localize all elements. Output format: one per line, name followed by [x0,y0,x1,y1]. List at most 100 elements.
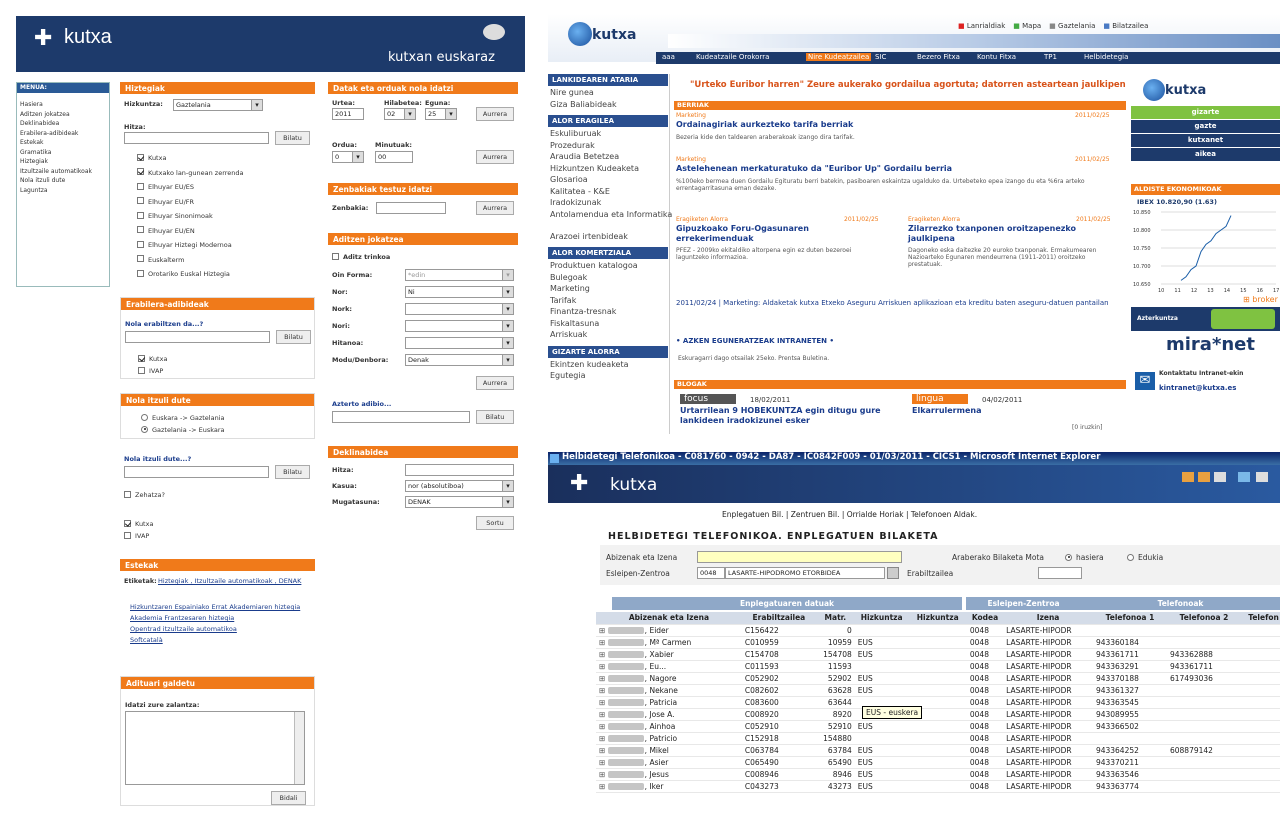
right-link[interactable]: gizarte [1131,106,1280,119]
hasiera-radio[interactable]: hasiera [1065,553,1104,562]
eguna-select[interactable]: 25 [425,108,457,120]
menu-item[interactable]: Deklinabidea [20,120,59,127]
erabilera-checkbox[interactable]: Kutxa [138,354,167,363]
kasua-select[interactable]: nor (absolutiboa) [405,480,514,492]
menu-item[interactable]: Erabilera-adibideak [20,130,78,137]
azterketa-search-button[interactable]: Bilatu [476,410,514,424]
nola-source-checkbox[interactable]: IVAP [124,531,149,540]
q2-notice[interactable]: 2011/02/24 | Marketing: Aldaketak kutxa … [676,297,1126,309]
nav-tab[interactable]: Kontu Fitxa [975,53,1018,61]
right-link[interactable]: aikea [1131,148,1280,161]
menu-item[interactable]: Laguntza [20,187,48,194]
esteka-link[interactable]: Softcatalà [130,636,305,644]
lookup-icon[interactable] [887,567,899,579]
expand-icon[interactable]: ⊞ [599,686,608,695]
menu-item[interactable]: Gramatika [20,149,51,156]
column-header[interactable]: Kodea [966,612,1004,625]
nola-source-checkbox[interactable]: Kutxa [124,519,153,528]
hizkuntza-select[interactable]: Gaztelania [173,99,263,111]
adituari-textarea[interactable] [125,711,305,785]
aditz-field-select[interactable]: Denak [405,354,514,366]
minutuak-input[interactable]: 00 [375,151,413,163]
left-nav-item[interactable]: Kalitatea - K&E [550,187,610,196]
email-link[interactable]: kintranet@kutxa.es [1159,384,1236,392]
menu-item[interactable]: Hasiera [20,101,43,108]
erabilera-search-button[interactable]: Bilatu [276,330,311,344]
user-icon[interactable] [1198,472,1210,482]
aditzen-aurrera-button[interactable]: Aurrera [476,376,514,390]
azterketa-input[interactable] [332,411,470,423]
aditz-field-select[interactable] [405,320,514,332]
blog-title[interactable]: Elkarrulermena [912,406,1117,416]
toolbar-icons[interactable] [1182,472,1280,482]
top-link[interactable]: ■ Bilatzailea [1103,22,1148,30]
top-link[interactable]: ■ Mapa [1013,22,1041,30]
column-header[interactable]: Telefon [1241,612,1280,625]
left-nav-item[interactable]: Ekintzen kudeaketa [550,360,629,369]
left-nav-item[interactable]: Arriskuak [550,330,587,339]
dictionary-checkbox[interactable]: Elhuyar EU/FR [137,197,194,206]
nav-tab[interactable]: Kudeatzaile Orokorra [694,53,771,61]
left-nav-item[interactable]: Tarifak [550,296,576,305]
dictionary-checkbox[interactable]: Elhuyar EU/EN [137,226,195,235]
help-icon[interactable] [1238,472,1250,482]
expand-icon[interactable]: ⊞ [599,698,608,707]
table-row[interactable]: ⊞ , Jesus C008946 8946 EUS 0048 LASARTE-HIPOD… [596,768,1280,781]
nav-tab[interactable]: SIC [873,53,888,61]
expand-icon[interactable]: ⊞ [599,710,608,719]
nav-tab[interactable]: Bezero Fitxa [915,53,962,61]
ordua-select[interactable]: 0 [332,151,364,163]
datak-aurrera2-button[interactable]: Aurrera [476,150,514,164]
table-row[interactable]: ⊞ , Jose A. C008920 8920 0048 LASARTE-HIPODR… [596,708,1280,721]
abizenak-input[interactable] [697,551,902,563]
table-row[interactable]: ⊞ , Patricio C152918 154880 0048 LASARTE-HIP… [596,732,1280,745]
datak-aurrera-button[interactable]: Aurrera [476,107,514,121]
home-icon[interactable] [1182,472,1194,482]
expand-icon[interactable]: ⊞ [599,650,608,659]
menu-item[interactable]: Itzultzaile automatikoak [20,168,92,175]
left-nav-item[interactable]: Eskuliburuak [550,129,601,138]
column-header[interactable]: Abizenak eta Izena [596,612,742,625]
table-row[interactable]: ⊞ , Nagore C052902 52902 EUS 0048 LASARTE-HIP… [596,672,1280,685]
left-nav-header[interactable]: LANKIDEAREN ATARIA [548,74,668,86]
erabilera-input[interactable] [125,331,270,343]
news-title[interactable]: Ordainagiriak aurkezteko tarifa berriak [676,120,853,129]
menu-item[interactable]: Aditzen jokatzea [20,111,70,118]
expand-icon[interactable]: ⊞ [599,734,608,743]
left-nav-item[interactable]: Iradokizunak [550,198,601,207]
zenbakia-input[interactable] [376,202,446,214]
left-nav-item[interactable]: Prozedurak [550,141,595,150]
right-link[interactable]: gazte [1131,120,1280,133]
left-nav-header[interactable]: GIZARTE ALORRA [548,345,668,358]
urtea-input[interactable]: 2011 [332,108,364,120]
expand-icon[interactable]: ⊞ [599,722,608,731]
news-title[interactable]: Zilarrezko txanponen oroitzapenezko jaul… [908,224,1113,244]
left-nav-item[interactable]: Giza Baliabideak [550,100,617,109]
nola2-input[interactable] [124,466,269,478]
dictionary-checkbox[interactable]: Elhuyar EU/ES [137,182,194,191]
left-nav-header[interactable]: ALOR KOMERTZIALA [548,247,668,259]
hilabetea-select[interactable]: 02 [384,108,416,120]
aditz-field-select[interactable]: *edin [405,269,514,281]
dek-hitza-input[interactable] [405,464,514,476]
column-header[interactable]: Izena [1003,612,1093,625]
print-icon[interactable] [1256,472,1268,482]
right-link[interactable]: kutxanet [1131,134,1280,147]
left-nav-item[interactable]: Nire gunea [550,88,594,97]
table-row[interactable]: ⊞ , Patricia C083600 63644 0048 LASARTE-HIPO… [596,696,1280,709]
menu-item[interactable]: Nola itzuli dute [20,177,65,184]
expand-icon[interactable]: ⊞ [599,746,608,755]
erabiltzailea-input[interactable] [1038,567,1082,579]
left-nav-item[interactable]: Glosarioa [550,175,588,184]
dictionary-checkbox[interactable]: Euskalterm [137,255,185,264]
table-row[interactable]: ⊞ , Mikel C063784 63784 EUS 0048 LASARTE-HIPO… [596,744,1280,757]
left-nav-item[interactable]: Produktuen katalogoa [550,261,638,270]
list-icon[interactable] [1214,472,1226,482]
expand-icon[interactable]: ⊞ [599,674,608,683]
aditz-field-select[interactable]: Ni [405,286,514,298]
table-row[interactable]: ⊞ , Mª Carmen C010959 10959 EUS 0048 LASARTE-… [596,636,1280,649]
mugatasuna-select[interactable]: DENAK [405,496,514,508]
nav-tab[interactable]: TP1 [1042,53,1059,61]
column-header[interactable]: Hizkuntza [854,612,909,625]
left-nav-item[interactable]: Marketing [550,284,590,293]
